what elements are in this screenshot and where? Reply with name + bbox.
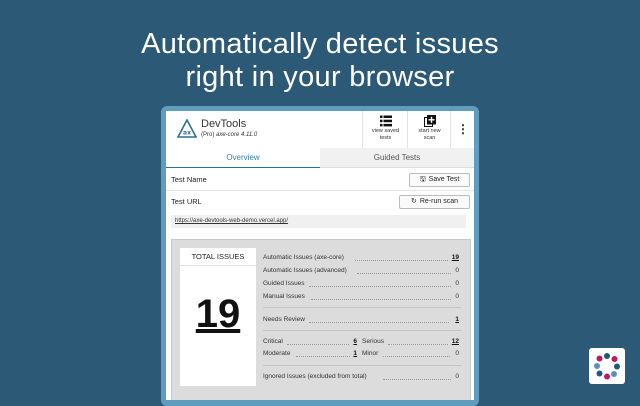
re-run-scan-button[interactable]: ↻ Re-run scan	[399, 195, 470, 209]
critical-count[interactable]: 6	[353, 337, 357, 347]
list-item-needs-review: Needs Review 1	[263, 315, 461, 325]
total-issues-count[interactable]: 19	[180, 292, 256, 337]
dot-leader	[296, 356, 350, 357]
guided-issues-label: Guided Issues	[263, 280, 305, 287]
test-name-label: Test Name	[171, 175, 207, 184]
ignored-issues-label: Ignored Issues (excluded from total)	[263, 373, 367, 380]
serious-count[interactable]: 12	[452, 337, 459, 347]
serious-label: Serious	[362, 338, 385, 345]
list-item-critical: Critical 6	[263, 337, 357, 347]
list-icon	[379, 115, 392, 127]
view-saved-label-2: tests	[379, 134, 392, 141]
brand-logo-badge	[589, 348, 625, 384]
start-new-scan-button[interactable]: start new scan	[407, 111, 451, 148]
minor-count: 0	[455, 350, 459, 357]
dot-leader	[388, 344, 448, 345]
total-issues-title: TOTAL ISSUES	[180, 248, 256, 266]
manual-issues-count: 0	[455, 293, 459, 300]
svg-text:ax: ax	[183, 130, 191, 137]
minor-label: Minor	[362, 350, 379, 357]
app-subtitle: (Pro) axe-core 4.11.0	[201, 132, 257, 138]
dot-leader	[309, 322, 449, 323]
moderate-count[interactable]: 1	[353, 349, 357, 359]
axe-core-version: axe-core 4.11.0	[216, 132, 258, 138]
ignored-issues-count: 0	[455, 373, 459, 380]
panel-header: ax DevTools (Pro) axe-core 4.11.0 view s…	[166, 111, 474, 149]
save-test-label: Save Test	[428, 176, 460, 183]
needs-review-label: Needs Review	[263, 316, 305, 323]
dot-leader	[355, 260, 448, 261]
dot-leader	[309, 286, 451, 287]
tab-guided-tests[interactable]: Guided Tests	[320, 148, 474, 168]
headline-line-1: Automatically detect issues	[141, 28, 499, 60]
more-options-button[interactable]: ⋮	[450, 111, 474, 148]
list-divider	[263, 365, 461, 366]
dot-leader	[383, 356, 450, 357]
list-item-serious: Serious 12	[362, 337, 459, 347]
list-item-ignored: Ignored Issues (excluded from total) 0	[263, 372, 461, 382]
moderate-label: Moderate	[263, 350, 291, 357]
headline-line-2: right in your browser	[185, 61, 455, 93]
test-url-link[interactable]: https://axe-devtools-web-demo.vercel.app…	[175, 218, 288, 224]
list-divider	[263, 330, 461, 331]
refresh-icon: ↻	[410, 198, 417, 205]
list-item-manual: Manual Issues 0	[263, 292, 461, 302]
issues-summary: TOTAL ISSUES 19 Automatic Issues (axe-co…	[171, 239, 471, 400]
list-item-minor: Minor 0	[362, 349, 459, 359]
tab-overview[interactable]: Overview	[166, 148, 320, 168]
list-item-guided: Guided Issues 0	[263, 279, 461, 289]
list-item-automatic-advanced: Automatic Issues (advanced) 0	[263, 266, 461, 276]
save-test-button[interactable]: 🖫 Save Test	[409, 173, 470, 187]
add-copy-icon	[423, 115, 436, 127]
critical-label: Critical	[263, 338, 283, 345]
list-item-moderate: Moderate 1	[263, 349, 357, 359]
test-url-label: Test URL	[171, 197, 202, 206]
automatic-axe-label: Automatic Issues (axe-core)	[263, 254, 344, 261]
dot-leader	[357, 273, 451, 274]
divider	[166, 190, 474, 191]
headline: Automatically detect issues right in you…	[0, 28, 640, 94]
total-issues-card: TOTAL ISSUES 19	[180, 248, 256, 386]
devtools-panel: ax DevTools (Pro) axe-core 4.11.0 view s…	[166, 111, 474, 400]
dot-leader	[383, 379, 451, 380]
app-title: DevTools	[201, 118, 247, 130]
dot-leader	[287, 344, 349, 345]
dot-leader	[311, 299, 451, 300]
automatic-advanced-label: Automatic Issues (advanced)	[263, 267, 347, 274]
list-item-automatic-axe: Automatic Issues (axe-core) 19	[263, 253, 461, 263]
app-edition: (Pro)	[201, 132, 216, 138]
guided-issues-count: 0	[455, 280, 459, 287]
deque-logo-icon	[594, 353, 620, 380]
view-saved-tests-button[interactable]: view saved tests	[362, 111, 408, 148]
automatic-axe-count[interactable]: 19	[452, 253, 459, 263]
start-new-label-2: scan	[423, 134, 436, 141]
automatic-advanced-count: 0	[455, 267, 459, 274]
kebab-icon: ⋮	[457, 122, 469, 136]
save-icon: 🖫	[419, 176, 426, 183]
list-divider	[263, 307, 461, 308]
needs-review-count[interactable]: 1	[455, 315, 459, 325]
test-url-field[interactable]: https://axe-devtools-web-demo.vercel.app…	[171, 215, 466, 228]
manual-issues-label: Manual Issues	[263, 293, 305, 300]
re-run-scan-label: Re-run scan	[419, 198, 458, 205]
axe-logo-icon: ax	[177, 119, 197, 138]
